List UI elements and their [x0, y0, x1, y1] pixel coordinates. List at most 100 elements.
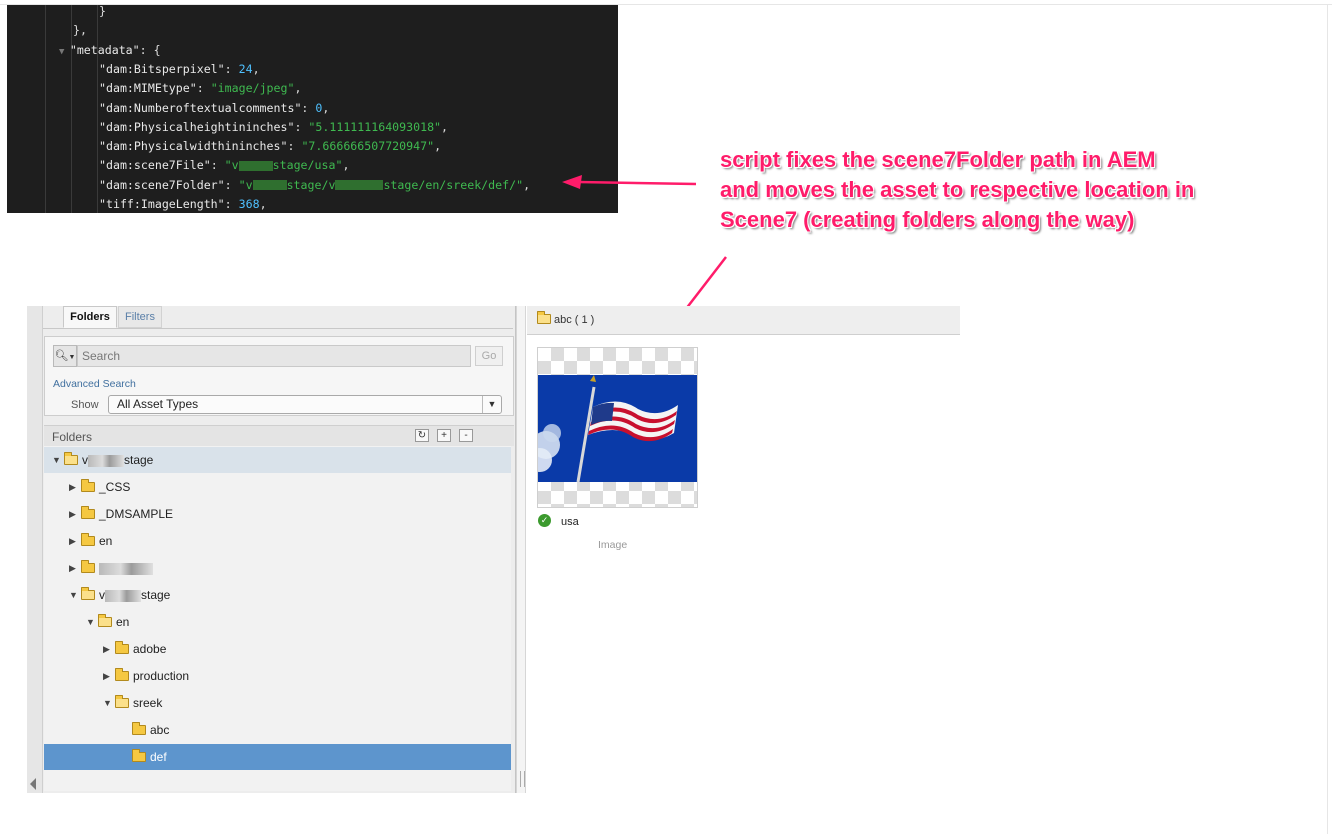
go-button[interactable]: Go	[475, 346, 503, 366]
expand-arrow-down-icon[interactable]: ▼	[69, 582, 78, 608]
folder-tree-item[interactable]: ▶ _CSS	[44, 474, 511, 500]
code-token: "v	[224, 158, 239, 173]
folder-icon	[132, 722, 146, 735]
asset-type: Image	[598, 539, 628, 551]
code-token: ,	[441, 119, 449, 134]
asset-name[interactable]: usa	[561, 516, 579, 528]
folder-tree-item[interactable]: abc	[44, 717, 511, 743]
flag-photo-icon	[538, 375, 697, 482]
collapse-gutter[interactable]	[27, 306, 43, 793]
folder-tree-item[interactable]: ▶	[44, 555, 511, 581]
published-check-icon: ✓	[538, 514, 551, 527]
splitter-grip[interactable]	[520, 771, 525, 787]
redacted-text	[105, 589, 141, 602]
folder-label: adobe	[133, 642, 167, 656]
folder-tree-item[interactable]: ▶ production	[44, 663, 511, 689]
code-line: }	[99, 5, 106, 21]
folder-label: _CSS	[99, 480, 131, 494]
collapse-toggle-icon[interactable]: ▼	[59, 47, 70, 57]
folder-icon	[81, 533, 95, 546]
code-token: 368	[238, 197, 260, 211]
asset-type-select[interactable]: All Asset Types ▼	[108, 395, 502, 414]
folder-tree-item[interactable]: def	[44, 744, 511, 770]
folders-title: Folders	[52, 430, 93, 444]
folder-label: _DMSAMPLE	[99, 507, 174, 521]
redacted-text	[335, 180, 384, 191]
code-token: "v	[238, 177, 253, 192]
folder-tree: ▼ v stage ▶ _CSS ▶ _DMSAMPLE ▶ en ▶ ▼ v stage ▼ en ▶ ado…	[44, 446, 511, 791]
folder-tree-item[interactable]: ▼ v stage	[44, 582, 511, 608]
expand-arrow-right-icon[interactable]: ▶	[103, 636, 110, 662]
panel-splitter[interactable]	[516, 306, 526, 793]
code-token: "tiff:ImageLength"	[99, 197, 225, 211]
annotation-callout: script fixes the scene7Folder path in AE…	[720, 145, 1280, 235]
advanced-search-link[interactable]: Advanced Search	[53, 378, 136, 390]
indent-guide	[97, 5, 98, 213]
search-section: 🔍︎▼ Go Advanced Search Show All Asset Ty…	[44, 336, 514, 416]
folder-tree-item[interactable]: ▶ adobe	[44, 636, 511, 662]
code-line: },	[73, 21, 87, 40]
expand-arrow-down-icon[interactable]: ▼	[52, 447, 61, 473]
folder-label: v stage	[99, 588, 171, 602]
code-token: 24	[238, 61, 253, 76]
folder-tree-item[interactable]: ▼ sreek	[44, 690, 511, 716]
code-token: "5.111111164093018"	[308, 119, 442, 134]
tab-bar: Folders Filters	[43, 306, 513, 329]
refresh-icon[interactable]: ↻	[415, 429, 429, 442]
indent-guide	[71, 5, 72, 213]
show-label: Show	[71, 399, 99, 411]
add-folder-icon[interactable]: +	[437, 429, 451, 442]
code-token: :	[224, 197, 239, 211]
search-input[interactable]	[77, 345, 471, 367]
folder-icon	[81, 479, 95, 492]
asset-thumbnail[interactable]	[537, 347, 698, 508]
folder-icon	[115, 641, 129, 654]
redacted-text	[99, 562, 153, 575]
code-token: ,	[434, 139, 442, 154]
expand-arrow-right-icon[interactable]: ▶	[69, 528, 76, 554]
json-code-viewer: }}, ▼ "metadata": {"dam:Bitsperpixel": 24…	[7, 5, 618, 213]
search-options-dropdown[interactable]: 🔍︎▼	[53, 345, 77, 367]
expand-arrow-down-icon[interactable]: ▼	[103, 690, 112, 716]
code-token: ,	[252, 61, 260, 76]
expand-arrow-right-icon[interactable]: ▶	[103, 663, 110, 689]
folder-tree-item[interactable]: ▶ _DMSAMPLE	[44, 501, 511, 527]
folder-icon	[132, 749, 146, 762]
expand-arrow-down-icon[interactable]: ▼	[86, 609, 95, 635]
expand-arrow-right-icon[interactable]: ▶	[69, 501, 76, 527]
current-folder-title: abc ( 1 )	[554, 314, 595, 326]
expand-arrow-right-icon[interactable]: ▶	[69, 474, 76, 500]
code-token: ,	[294, 81, 302, 96]
code-token: stage/en/sreek/def/"	[383, 177, 524, 192]
code-token: :	[287, 139, 302, 154]
code-token: :	[224, 177, 239, 192]
code-line: "dam:Numberoftextualcomments": 0,	[99, 99, 329, 118]
asset-panel-header: abc ( 1 )	[527, 306, 960, 335]
asset-image	[538, 375, 697, 482]
code-line: ▼ "metadata": {	[59, 41, 161, 60]
code-token: "7.666666507720947"	[301, 139, 435, 154]
code-token: stage/v	[286, 177, 336, 192]
code-line: "dam:Bitsperpixel": 24,	[99, 60, 260, 79]
code-line: "dam:MIMEtype": "image/jpeg",	[99, 79, 301, 98]
folder-open-icon	[81, 587, 95, 600]
code-token: },	[73, 23, 87, 38]
folder-label: sreek	[133, 696, 163, 710]
folder-tree-item[interactable]: ▼ v stage	[44, 447, 511, 473]
code-line: "dam:Physicalwidthininches": "7.66666650…	[99, 137, 441, 156]
folder-tree-item[interactable]: ▶ en	[44, 528, 511, 554]
asset-type-value: All Asset Types	[117, 397, 199, 411]
code-token: "dam:scene7Folder"	[99, 177, 225, 192]
folder-label	[99, 555, 153, 581]
folder-tree-item[interactable]: ▼ en	[44, 609, 511, 635]
tab-folders[interactable]: Folders	[63, 306, 117, 328]
code-token: }	[99, 5, 106, 18]
search-icon: 🔍︎	[54, 350, 69, 362]
folder-label: def	[150, 750, 167, 764]
remove-folder-icon[interactable]: -	[459, 429, 473, 442]
asset-panel: abc ( 1 ) ✓ usa Image	[527, 306, 960, 793]
code-token: : {	[139, 42, 161, 57]
expand-arrow-right-icon[interactable]: ▶	[69, 555, 76, 581]
collapse-left-icon[interactable]	[30, 778, 36, 790]
tab-filters[interactable]: Filters	[118, 306, 162, 328]
